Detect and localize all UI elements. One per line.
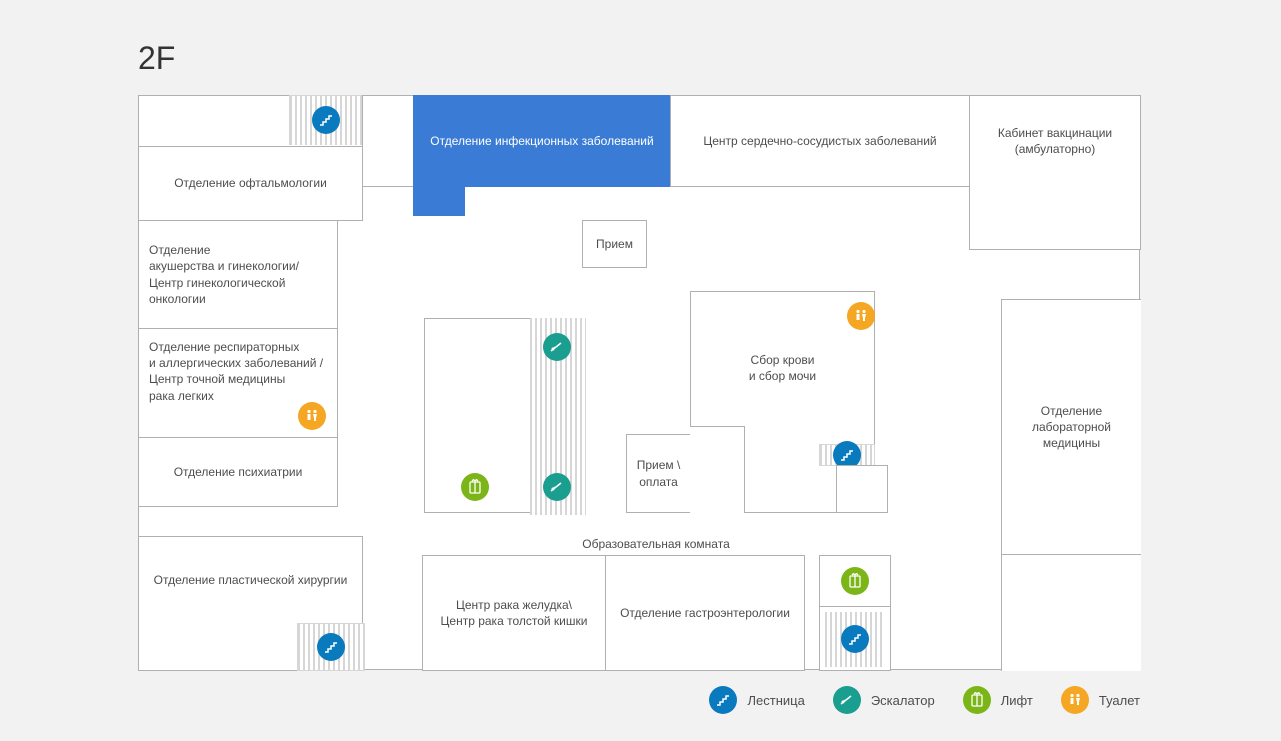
- room-label: Отделение пластической хирургии: [154, 572, 348, 588]
- room-label: Центр сердечно-сосудистых заболеваний: [703, 133, 936, 149]
- floor-plan: Отделение офтальмологии Отделение инфекц…: [138, 95, 1140, 670]
- room-cardio: Центр сердечно-сосудистых заболеваний: [670, 95, 970, 187]
- room-reception: Прием: [582, 220, 647, 268]
- legend-elevator: Лифт: [963, 686, 1033, 714]
- room-reception-pay: Прием \ оплата: [626, 434, 691, 513]
- room-plastic: Отделение пластической хирургии: [138, 536, 363, 624]
- legend-toilet: Туалет: [1061, 686, 1140, 714]
- room-blank-right: [969, 186, 1141, 250]
- room-vaccination: Кабинет вакцинации (амбулаторно): [969, 95, 1141, 187]
- room-label: Кабинет вакцинации (амбулаторно): [974, 125, 1136, 157]
- room-blank-top: [362, 95, 414, 187]
- room-label: Прием: [596, 236, 633, 252]
- stairs-icon: [841, 625, 869, 653]
- room-stomach: Центр рака желудка\ Центр рака толстой к…: [422, 555, 606, 671]
- room-psychiatry: Отделение психиатрии: [138, 437, 338, 507]
- legend-label: Лестница: [747, 693, 804, 708]
- legend-label: Лифт: [1001, 693, 1033, 708]
- room-label: Центр рака желудка\ Центр рака толстой к…: [441, 597, 588, 629]
- legend: Лестница Эскалатор Лифт Туалет: [138, 686, 1140, 714]
- room-label: Образовательная комната: [582, 536, 730, 552]
- elevator-box: [836, 465, 888, 513]
- stairs-icon: [317, 633, 345, 661]
- stairs-icon: [709, 686, 737, 714]
- room-label: Сбор крови и сбор мочи: [749, 352, 816, 384]
- room-label: Отделение респираторных и аллергических …: [149, 339, 323, 404]
- elevator-icon: [461, 473, 489, 501]
- room-label: Отделение акушерства и гинекологии/ Цент…: [149, 242, 299, 307]
- legend-label: Туалет: [1099, 693, 1140, 708]
- room-label: Отделение лабораторной медицины: [1006, 403, 1137, 452]
- room-infectious: Отделение инфекционных заболеваний: [413, 95, 671, 187]
- escalator-icon: [543, 473, 571, 501]
- room-blank-lower-right: [1001, 554, 1141, 671]
- floor-label: 2F: [138, 40, 175, 77]
- room-label: Отделение психиатрии: [174, 464, 303, 480]
- stairs-icon: [312, 106, 340, 134]
- toilet-icon: [847, 302, 875, 330]
- toilet-icon: [1061, 686, 1089, 714]
- legend-stairs: Лестница: [709, 686, 804, 714]
- room-label: Отделение гастроэнтерологии: [620, 605, 790, 621]
- legend-escalator: Эскалатор: [833, 686, 935, 714]
- toilet-icon: [298, 402, 326, 430]
- escalator-icon: [543, 333, 571, 361]
- room-lab: Отделение лабораторной медицины: [1001, 299, 1141, 555]
- room-label: Отделение офтальмологии: [174, 175, 327, 191]
- elevator-icon: [963, 686, 991, 714]
- highlight-extension: [413, 186, 465, 216]
- room-label: Прием \ оплата: [637, 457, 681, 489]
- room-label: Отделение инфекционных заболеваний: [430, 133, 653, 149]
- escalator-icon: [833, 686, 861, 714]
- room-ophthalmology: Отделение офтальмологии: [138, 146, 363, 221]
- room-gastro: Отделение гастроэнтерологии: [605, 555, 805, 671]
- elevator-icon: [841, 567, 869, 595]
- room-education: Образовательная комната: [422, 532, 890, 556]
- legend-label: Эскалатор: [871, 693, 935, 708]
- room-obgyn: Отделение акушерства и гинекологии/ Цент…: [138, 220, 338, 329]
